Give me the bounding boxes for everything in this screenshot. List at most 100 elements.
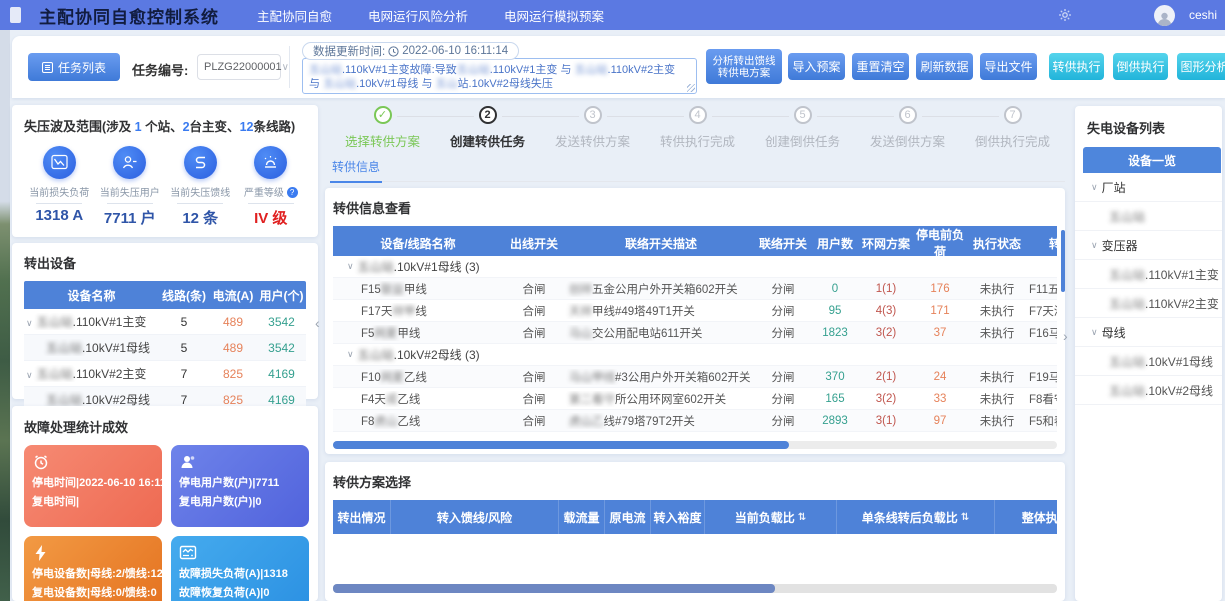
tree-item[interactable]: 五山站.110kV#2主变 — [1075, 289, 1222, 318]
analyze-transfer-plan-button[interactable]: 分析转出馈线转供电方案 — [706, 49, 782, 84]
vertical-scrollbar[interactable] — [1061, 230, 1065, 292]
outage-devices-card: 停电设备数|母线:2/馈线:12 复电设备数|母线:0/馈线:0 — [24, 536, 162, 601]
tree-group-transformer[interactable]: ∨变压器 — [1075, 231, 1222, 260]
user-avatar[interactable] — [1154, 5, 1175, 26]
group-row-bus2[interactable]: ∨ 五山站.10kV#2母线 (3) — [333, 344, 1057, 366]
table-row[interactable]: 五山站.10kV#1母线 5 489 3542 — [24, 335, 306, 361]
load-monitor-icon — [179, 544, 197, 562]
tree-item[interactable]: 五山站.10kV#2母线 — [1075, 376, 1222, 405]
task-number-select[interactable]: PLZG22000001 ∨ — [197, 54, 281, 80]
nav-item-risk-analysis[interactable]: 电网运行风险分析 — [368, 6, 468, 25]
resize-handle[interactable] — [687, 84, 695, 92]
tree-item[interactable]: 五山站.110kV#1主变 — [1075, 260, 1222, 289]
nav-item-self-healing[interactable]: 主配协同自愈 — [257, 6, 332, 25]
transfer-info-table: 设备/线路名称 出线开关 联络开关描述 联络开关 用户数 环网方案 停电前负荷 … — [333, 226, 1057, 432]
horizontal-scrollbar[interactable] — [333, 584, 1057, 593]
clock-icon — [388, 46, 399, 57]
task-number-label: 任务编号: — [132, 60, 188, 79]
outage-users-card: 停电用户数(户)|7711 复电用户数(户)|0 — [171, 445, 309, 527]
gear-icon[interactable] — [1058, 8, 1072, 22]
col-single-line-load-ratio[interactable]: 单条线转后负载比⇅ — [837, 500, 995, 534]
caret-icon[interactable]: ∨ — [26, 370, 33, 380]
import-plan-button[interactable]: 导入预案 — [788, 53, 845, 80]
col-overall-load-ratio[interactable]: 整体执行负载比⇅ — [995, 500, 1057, 534]
table-row[interactable]: F15联益甲线 合闸 创祥五金公用户外开关箱602开关 分闸 0 1(1) 17… — [333, 278, 1057, 300]
stat-loss-load: 当前损失负荷 1318 A — [24, 146, 95, 228]
expand-right-icon[interactable]: › — [1063, 328, 1068, 344]
col-device-name: 设备名称 — [24, 287, 159, 304]
col-current: 电流(A) — [209, 287, 257, 304]
transfer-out-title: 转出设备 — [24, 253, 306, 272]
app-title: 主配协同自愈控制系统 — [39, 3, 219, 28]
export-file-button[interactable]: 导出文件 — [980, 53, 1037, 80]
severity-value: IV 级 — [236, 207, 307, 228]
graph-analysis-button[interactable]: 图形分析 — [1177, 53, 1225, 80]
caret-icon: ∨ — [1091, 327, 1098, 338]
col-capacity: 载流量 — [559, 500, 605, 534]
divider — [289, 46, 290, 88]
task-list-button[interactable]: 任务列表 — [28, 53, 120, 81]
caret-icon[interactable]: ∨ — [347, 261, 354, 272]
refresh-data-button[interactable]: 刷新数据 — [916, 53, 973, 80]
data-update-time: 数据更新时间: 2022-06-10 16:11:14 — [302, 42, 519, 60]
list-icon — [42, 62, 53, 73]
nav-item-simulation-plan[interactable]: 电网运行模拟预案 — [504, 6, 604, 25]
collapse-left-icon[interactable]: ‹ — [315, 315, 320, 331]
step-send-reverse-plan: 6发送倒供方案 — [855, 106, 960, 150]
transfer-info-title: 转供信息查看 — [333, 198, 1057, 217]
horizontal-scrollbar[interactable] — [333, 441, 1057, 449]
stat-severity: 严重等级 ? IV 级 — [236, 146, 307, 228]
col-users: 用户(个) — [257, 287, 306, 304]
table-row[interactable]: ∨五山站.110kV#2主变 7 825 4169 — [24, 361, 306, 387]
scrollbar-thumb[interactable] — [333, 441, 789, 449]
table-row[interactable]: F17天祥甲线 合闸 天祥甲线#49塔49T1开关 分闸 95 4(3) 171… — [333, 300, 1057, 322]
impact-title: 失压波及范围 — [24, 119, 102, 134]
reset-clear-button[interactable]: 重置清空 — [852, 53, 909, 80]
table-row[interactable]: ∨五山站.110kV#1主变 5 489 3542 — [24, 309, 306, 335]
alarm-clock-icon — [32, 453, 50, 471]
caret-icon[interactable]: ∨ — [347, 349, 354, 360]
col-transfer-out: 转出情况 — [333, 500, 391, 534]
tree-item[interactable]: 五山站.10kV#1母线 — [1075, 347, 1222, 376]
fault-description-textarea[interactable]: 五山站.110kV#1主变故障:导致五山站.110kV#1主变 与 五山站.11… — [302, 58, 697, 94]
top-bar: 主配协同自愈控制系统 主配协同自愈 电网运行风险分析 电网运行模拟预案 cesh… — [0, 0, 1225, 30]
device-list-title: 失电设备列表 — [1075, 116, 1222, 147]
lightning-icon — [32, 544, 50, 562]
fault-stats-card: 故障处理统计成效 停电时间|2022-06-10 16:11 复电时间| 停电用… — [12, 406, 318, 601]
sort-icon: ⇅ — [961, 512, 969, 523]
lost-power-device-list: 失电设备列表 设备一览 ∨厂站 五山站 ∨变压器 五山站.110kV#1主变 五… — [1075, 106, 1222, 601]
caret-icon[interactable]: ∨ — [26, 318, 33, 328]
col-margin: 转入裕度 — [651, 500, 705, 534]
tree-group-station[interactable]: ∨厂站 — [1075, 173, 1222, 202]
process-stepper: ✓选择转供方案 2创建转供任务 3发送转供方案 4转供执行完成 5创建倒供任务 … — [330, 106, 1065, 150]
caret-icon: ∨ — [1091, 240, 1098, 251]
app-logo — [10, 7, 21, 23]
username[interactable]: ceshi — [1189, 8, 1217, 22]
device-overview-header[interactable]: 设备一览 — [1083, 147, 1221, 173]
tree-group-bus[interactable]: ∨母线 — [1075, 318, 1222, 347]
background-photo-strip — [0, 30, 10, 601]
feeder-icon — [184, 146, 217, 179]
user-icon — [113, 146, 146, 179]
step-send-plan: 3发送转供方案 — [540, 106, 645, 150]
step-create-task: 2创建转供任务 — [435, 106, 540, 150]
col-lines: 线路(条) — [159, 287, 209, 304]
help-icon[interactable]: ? — [287, 187, 298, 198]
tree-item[interactable]: 五山站 — [1075, 202, 1222, 231]
fault-stats-title: 故障处理统计成效 — [24, 417, 306, 436]
table-row[interactable]: F4天成乙线 合闸 第二看守所公用环网室602开关 分闸 165 3(2) 33… — [333, 388, 1057, 410]
table-row[interactable]: F8虎山乙线 合闸 虎山乙线#79塔79T2开关 分闸 2893 3(1) 97… — [333, 410, 1057, 432]
col-transfer-in-feeder: 转入馈线/风险 — [391, 500, 559, 534]
transfer-info-card: 转供信息查看 设备/线路名称 出线开关 联络开关描述 联络开关 用户数 环网方案… — [325, 188, 1065, 454]
chevron-down-icon: ∨ — [282, 62, 289, 73]
table-row[interactable]: F10网夏乙线 合闸 马山甲线#3公用户外开关箱602开关 分闸 370 2(1… — [333, 366, 1057, 388]
transfer-execute-button[interactable]: 转供执行 — [1049, 53, 1104, 80]
tab-bar: 转供信息 — [330, 152, 1065, 182]
col-current-load-ratio[interactable]: 当前负载比⇅ — [705, 500, 837, 534]
stat-loss-feeders: 当前失压馈线 12 条 — [165, 146, 236, 228]
reverse-supply-execute-button[interactable]: 倒供执行 — [1113, 53, 1168, 80]
table-row[interactable]: F5网夏甲线 合闸 马山交公用配电站611开关 分闸 1823 3(2) 37 … — [333, 322, 1057, 344]
alarm-lamp-icon — [254, 146, 287, 179]
scrollbar-thumb[interactable] — [333, 584, 775, 593]
tab-transfer-info[interactable]: 转供信息 — [330, 152, 382, 183]
